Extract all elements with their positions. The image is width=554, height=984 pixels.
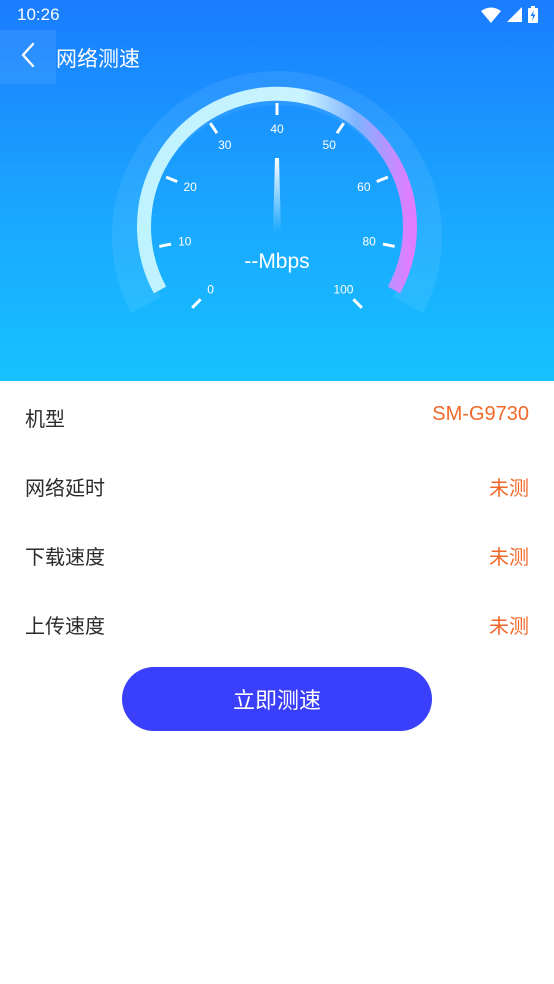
gauge-tick-label: 40	[270, 122, 284, 136]
gauge-tick	[376, 175, 389, 184]
gauge-tick-label: 0	[207, 282, 214, 296]
gauge-needle	[273, 158, 281, 232]
gauge-tick	[335, 122, 345, 135]
info-row-label: 上传速度	[25, 614, 105, 638]
gauge-tick-label: 50	[323, 138, 337, 152]
gauge-tick	[159, 242, 172, 248]
speed-gauge: 0 10 20 30 40 50 60 80 100 --Mbps	[0, 70, 554, 330]
gauge-tick-label: 10	[178, 234, 192, 248]
device-info-list: 机型 SM-G9730 网络延时 未测 下载速度 未测 上传速度 未测	[0, 381, 554, 657]
gauge-tick	[191, 298, 202, 309]
gauge-tick-label: 30	[218, 138, 232, 152]
info-row: 下载速度 未测	[0, 519, 554, 588]
battery-charging-icon	[528, 6, 538, 23]
gauge-tick-label: 60	[357, 180, 371, 194]
gauge-tick-label: 100	[333, 282, 353, 296]
start-test-button[interactable]: 立即测速	[122, 667, 432, 731]
status-bar: 10:26	[0, 0, 554, 30]
info-row-value: 未测	[489, 547, 529, 569]
chevron-left-icon	[20, 42, 36, 72]
gauge-tick	[352, 298, 363, 309]
info-row: 机型 SM-G9730	[0, 381, 554, 450]
info-row-label: 下载速度	[25, 545, 105, 569]
wifi-icon	[481, 7, 501, 23]
gauge-tick-label: 20	[183, 180, 197, 194]
info-row: 网络延时 未测	[0, 450, 554, 519]
gauge-tick	[165, 175, 178, 184]
info-row-label: 机型	[25, 407, 65, 431]
gauge-tick-label: 80	[363, 234, 377, 248]
cellular-signal-icon	[507, 7, 522, 22]
info-row: 上传速度 未测	[0, 588, 554, 657]
info-row-label: 网络延时	[25, 476, 105, 500]
info-row-value: 未测	[489, 616, 529, 638]
gauge-tick	[382, 242, 395, 248]
status-icons	[481, 6, 538, 23]
info-row-value: 未测	[489, 478, 529, 500]
speed-readout: --Mbps	[244, 250, 309, 273]
status-time: 10:26	[17, 5, 60, 24]
gauge-tick	[209, 122, 219, 135]
page-title: 网络测速	[56, 47, 140, 71]
info-row-value: SM-G9730	[432, 403, 529, 425]
